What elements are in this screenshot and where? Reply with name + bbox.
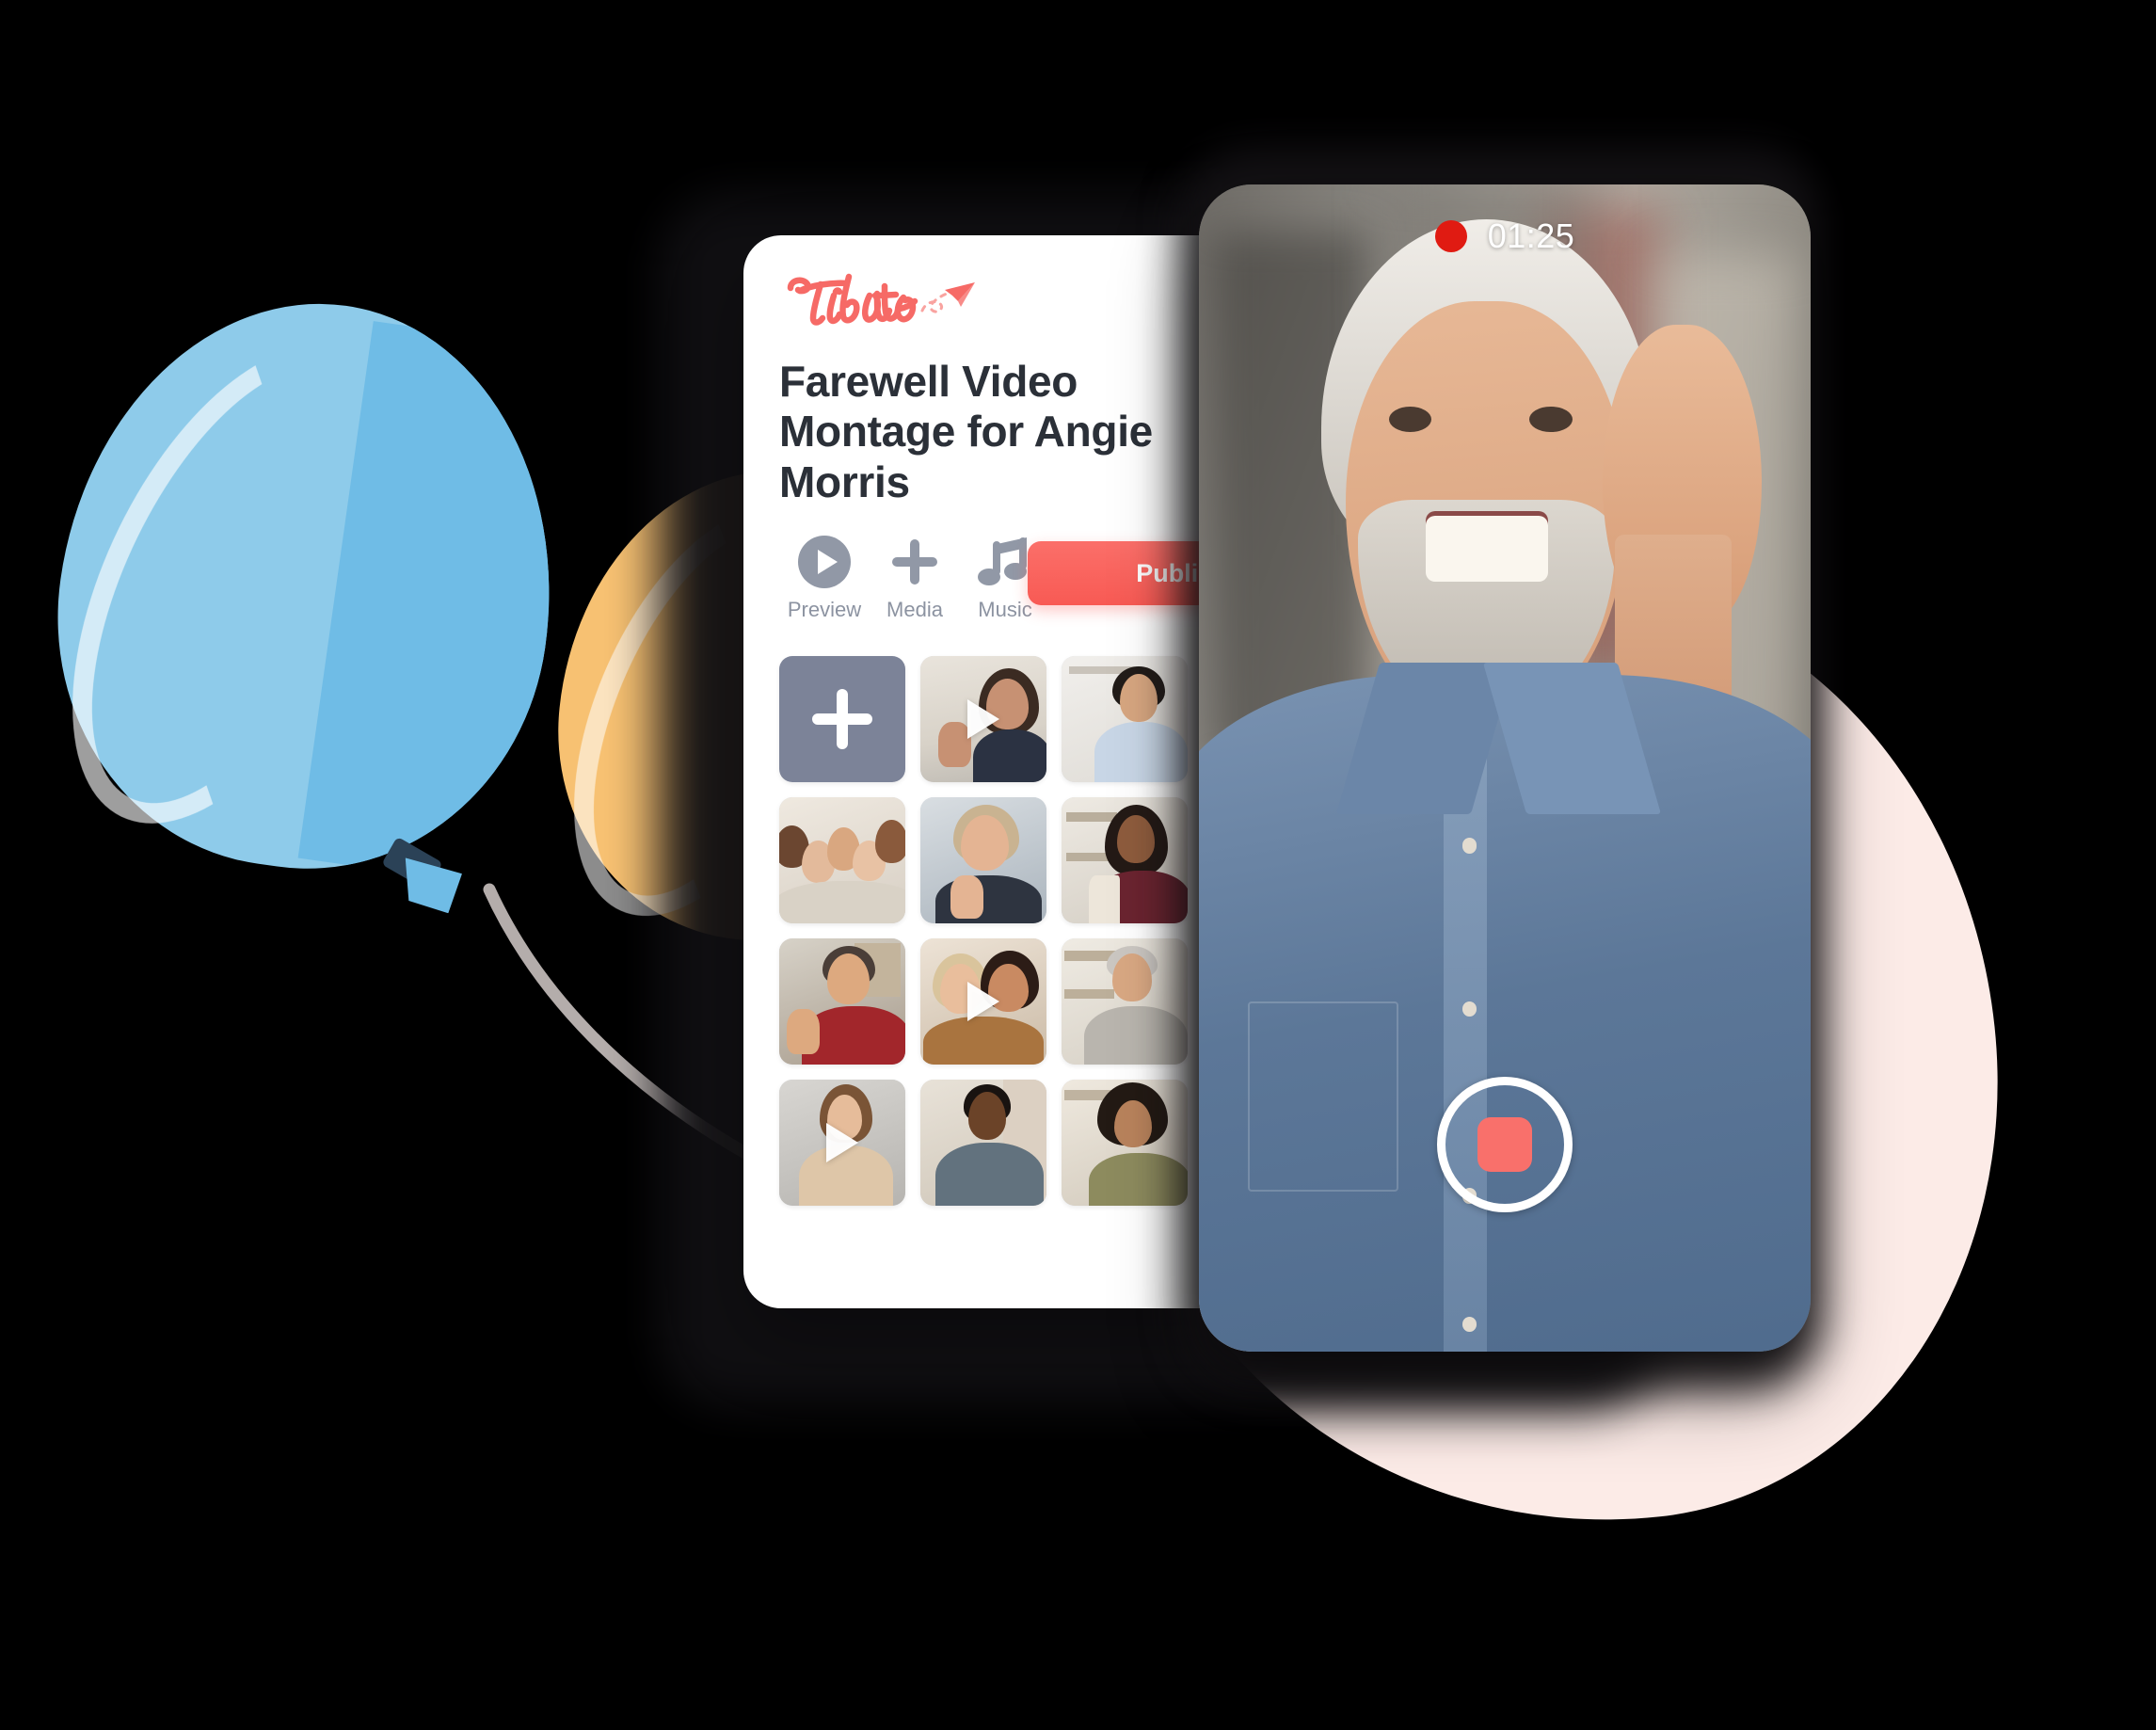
preview-label: Preview (787, 598, 862, 622)
thumb-two-women-hugging[interactable] (920, 938, 1046, 1065)
thumb-woman-beige-sweater[interactable] (779, 1080, 905, 1207)
tribute-logo[interactable] (779, 269, 1014, 328)
thumb-woman-waving-office[interactable] (920, 656, 1046, 783)
record-dot-icon (1434, 220, 1467, 252)
phone-recording-screen: 01:25 (1199, 184, 1811, 1352)
thumb-woman-curly-hair-olive[interactable] (1062, 1080, 1188, 1207)
media-label: Media (886, 598, 943, 622)
plus-icon (888, 536, 941, 588)
music-note-icon (978, 536, 1032, 588)
play-overlay-icon (967, 699, 999, 740)
preview-button[interactable]: Preview (779, 536, 870, 622)
scene-canvas: Farewell Video Montage for Angie Morris … (0, 0, 2156, 1730)
thumb-man-grey-shirt-brick[interactable] (920, 1080, 1046, 1207)
play-circle-icon (798, 536, 851, 589)
play-overlay-icon (826, 1123, 858, 1163)
stop-square-icon (1477, 1117, 1532, 1172)
plus-icon (812, 689, 872, 750)
add-media-tile[interactable] (779, 656, 905, 783)
stop-recording-button[interactable] (1437, 1077, 1573, 1212)
thumb-man-blue-shirt-shelf[interactable] (1062, 656, 1188, 783)
music-label: Music (978, 598, 1032, 622)
play-overlay-icon (967, 982, 999, 1022)
add-media-button[interactable]: Media (870, 536, 960, 622)
thumb-group-friends-selfie[interactable] (779, 797, 905, 924)
recording-timer: 01:25 (1487, 216, 1575, 255)
page-title: Farewell Video Montage for Angie Morris (779, 357, 1153, 506)
thumb-senior-woman-glasses-waving[interactable] (920, 797, 1046, 924)
thumb-woman-bookshelf[interactable] (1062, 797, 1188, 924)
blue-balloon-knot (399, 857, 464, 914)
recording-status-bar: 01:25 (1199, 184, 1811, 288)
thumb-man-plaid-shirt-waving[interactable] (779, 938, 905, 1065)
thumb-senior-man-library[interactable] (1062, 938, 1188, 1065)
blue-balloon (5, 271, 589, 900)
